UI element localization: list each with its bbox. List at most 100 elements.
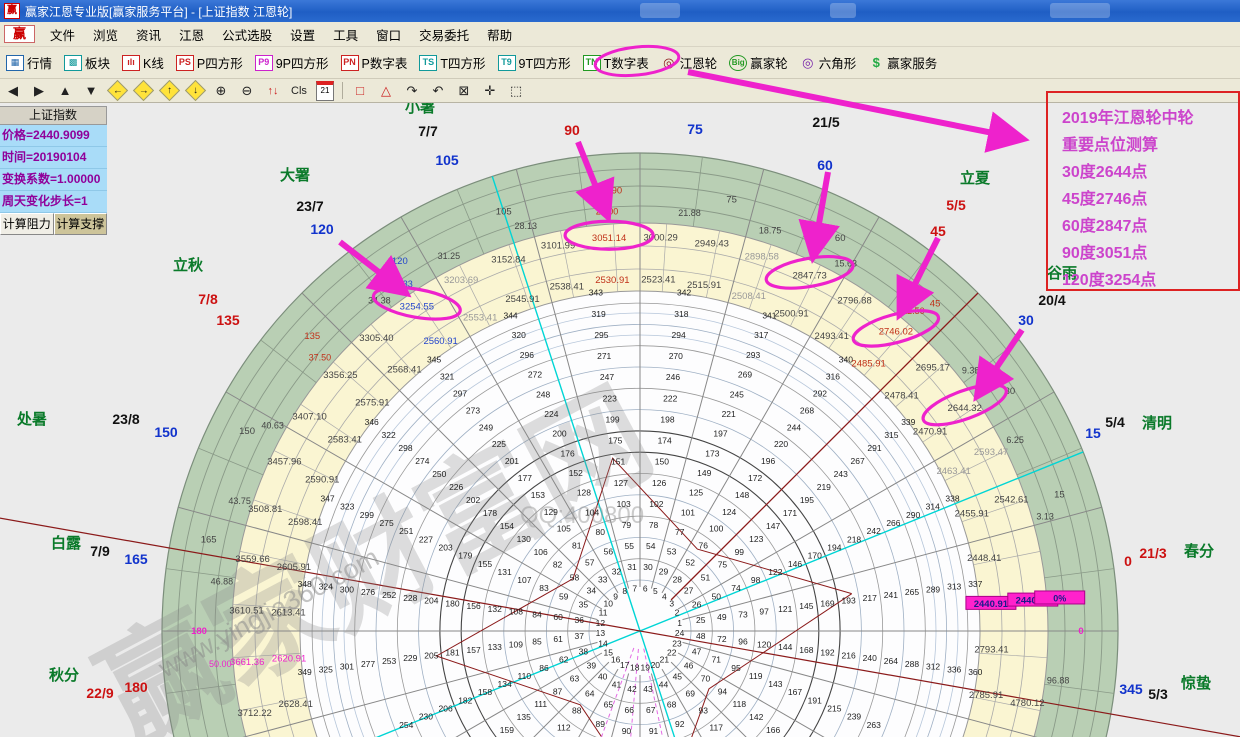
svg-text:27: 27 xyxy=(684,586,694,596)
svg-text:120: 120 xyxy=(757,639,771,649)
center-tool[interactable]: ✛ xyxy=(478,81,502,100)
toolbar-button-K线[interactable]: ılıK线 xyxy=(117,50,169,75)
toolbar-button-江恩轮[interactable]: ◎江恩轮 xyxy=(656,50,723,75)
svg-text:22: 22 xyxy=(667,647,677,657)
svg-text:322: 322 xyxy=(381,430,395,440)
svg-text:192: 192 xyxy=(820,648,834,658)
svg-text:90: 90 xyxy=(564,122,580,138)
svg-text:白露: 白露 xyxy=(51,534,82,552)
cls-button[interactable]: Cls xyxy=(287,81,311,100)
menu-设置[interactable]: 设置 xyxy=(281,22,324,47)
menu-窗口[interactable]: 窗口 xyxy=(367,22,410,47)
zoom-out-button[interactable]: ⊖ xyxy=(235,81,259,100)
svg-text:46.88: 46.88 xyxy=(211,577,234,587)
toolbar-button-P四方形[interactable]: PSP四方形 xyxy=(171,50,248,75)
toolbar-button-赢家服务[interactable]: $赢家服务 xyxy=(863,50,942,75)
toolbar-button-六角形[interactable]: ◎六角形 xyxy=(795,50,862,75)
triangle-tool[interactable]: △ xyxy=(374,81,398,100)
toolbar-button-9P四方形[interactable]: P99P四方形 xyxy=(250,50,334,75)
back-button[interactable]: ◀ xyxy=(1,81,25,100)
svg-text:79: 79 xyxy=(622,520,632,530)
toolbar-button-板块[interactable]: ▩板块 xyxy=(59,50,115,75)
svg-text:143: 143 xyxy=(768,679,782,689)
menu-江恩[interactable]: 江恩 xyxy=(170,22,213,47)
svg-text:290: 290 xyxy=(906,510,920,520)
forward-button[interactable]: ▶ xyxy=(27,81,51,100)
svg-text:62: 62 xyxy=(559,655,569,665)
svg-text:130: 130 xyxy=(517,534,531,544)
svg-text:118: 118 xyxy=(733,699,747,709)
pan-right-button[interactable]: → xyxy=(131,81,155,100)
svg-text:345: 345 xyxy=(427,355,441,365)
svg-text:338: 338 xyxy=(945,494,959,504)
info-row-0: 价格=2440.9099 xyxy=(0,125,107,147)
svg-text:120: 120 xyxy=(310,221,334,237)
rotate-ccw-tool[interactable]: ↶ xyxy=(426,81,450,100)
svg-text:60: 60 xyxy=(817,157,833,173)
svg-text:40.63: 40.63 xyxy=(261,420,284,430)
svg-text:133: 133 xyxy=(488,642,502,652)
svg-text:3101.99: 3101.99 xyxy=(541,241,575,252)
svg-text:3559.66: 3559.66 xyxy=(235,554,269,565)
svg-text:2590.91: 2590.91 xyxy=(305,474,339,485)
toolbar-button-T四方形[interactable]: TST四方形 xyxy=(414,50,490,75)
svg-text:9.38: 9.38 xyxy=(962,365,980,375)
svg-text:158: 158 xyxy=(478,687,492,697)
svg-text:360: 360 xyxy=(968,667,982,677)
menu-公式选股[interactable]: 公式选股 xyxy=(213,22,281,47)
svg-text:205: 205 xyxy=(424,650,438,660)
svg-text:265: 265 xyxy=(905,587,919,597)
svg-text:254: 254 xyxy=(399,720,413,730)
toolbar-button-行情[interactable]: ▦行情 xyxy=(1,50,57,75)
menu-浏览[interactable]: 浏览 xyxy=(84,22,127,47)
svg-text:30: 30 xyxy=(643,562,653,572)
calendar-button[interactable]: 21 xyxy=(313,81,337,100)
toolbar-button-T数字表[interactable]: TNT数字表 xyxy=(578,50,654,75)
svg-text:2508.41: 2508.41 xyxy=(732,291,766,302)
rotate-cw-tool[interactable]: ↷ xyxy=(400,81,424,100)
svg-text:135: 135 xyxy=(517,712,531,722)
svg-text:146: 146 xyxy=(788,559,802,569)
svg-text:90: 90 xyxy=(622,726,632,736)
pan-left-button[interactable]: ← xyxy=(105,81,129,100)
calc-resistance-button[interactable]: 计算阻力 xyxy=(0,213,54,235)
svg-text:180: 180 xyxy=(445,598,459,608)
toolbar-button-9T四方形[interactable]: T99T四方形 xyxy=(493,50,576,75)
calc-support-button[interactable]: 计算支撑 xyxy=(54,213,108,235)
up-button[interactable]: ▲ xyxy=(53,81,77,100)
svg-text:100: 100 xyxy=(709,524,723,534)
menu-帮助[interactable]: 帮助 xyxy=(478,22,521,47)
svg-text:193: 193 xyxy=(842,596,856,606)
menu-文件[interactable]: 文件 xyxy=(41,22,84,47)
annotation-line: 120度3254点 xyxy=(1062,267,1228,294)
pan-up-button[interactable]: ↑ xyxy=(157,81,181,100)
svg-text:96: 96 xyxy=(738,637,748,647)
svg-text:313: 313 xyxy=(947,582,961,592)
svg-text:21/5: 21/5 xyxy=(812,114,839,130)
svg-text:268: 268 xyxy=(800,405,814,415)
toolbar-label: P四方形 xyxy=(197,53,243,72)
toolbar-button-赢家轮[interactable]: Big赢家轮 xyxy=(724,50,793,75)
zoom-in-button[interactable]: ⊕ xyxy=(209,81,233,100)
menu-交易委托[interactable]: 交易委托 xyxy=(410,22,478,47)
svg-text:2949.43: 2949.43 xyxy=(695,239,729,250)
xbox-tool[interactable]: ⊠ xyxy=(452,81,476,100)
rect-tool[interactable]: □ xyxy=(348,81,372,100)
svg-text:244: 244 xyxy=(787,422,801,432)
select-box-tool[interactable]: ⬚ xyxy=(504,81,528,100)
svg-text:88: 88 xyxy=(572,705,582,715)
svg-text:43: 43 xyxy=(643,684,653,694)
svg-text:148: 148 xyxy=(735,490,749,500)
down-button[interactable]: ▼ xyxy=(79,81,103,100)
svg-text:99: 99 xyxy=(735,547,745,557)
toolbar-button-P数字表[interactable]: PNP数字表 xyxy=(336,50,413,75)
svg-text:227: 227 xyxy=(419,534,433,544)
svg-text:206: 206 xyxy=(439,704,453,714)
svg-text:2593.47: 2593.47 xyxy=(974,447,1008,458)
updown-button[interactable]: ↑↓ xyxy=(261,81,285,100)
menu-资讯[interactable]: 资讯 xyxy=(127,22,170,47)
menu-工具[interactable]: 工具 xyxy=(324,22,367,47)
pan-down-button[interactable]: ↓ xyxy=(183,81,207,100)
svg-text:129: 129 xyxy=(544,507,558,517)
svg-text:67: 67 xyxy=(646,705,656,715)
